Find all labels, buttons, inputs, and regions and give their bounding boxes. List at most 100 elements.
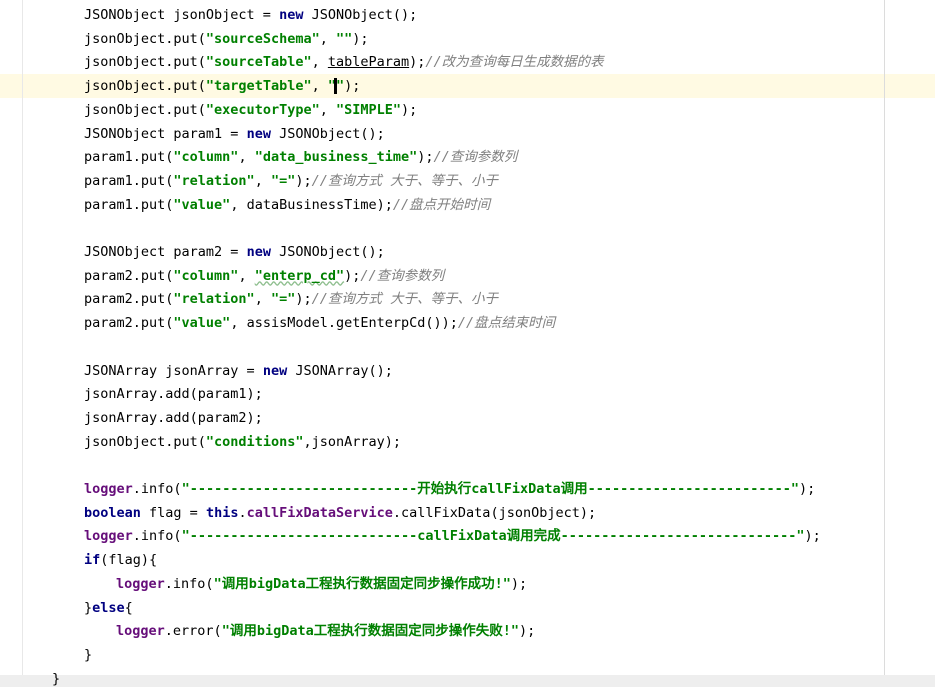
code-token: " xyxy=(336,78,345,95)
code-line[interactable]: param1.put("value", dataBusinessTime);//… xyxy=(84,193,490,217)
code-line[interactable]: jsonObject.put("targetTable", ""); xyxy=(84,74,360,98)
code-token: ); xyxy=(799,481,816,497)
code-token: , xyxy=(319,101,336,118)
code-line[interactable]: jsonObject.put("executorType", "SIMPLE")… xyxy=(84,98,417,122)
code-token: //查询方式 大于、等于、小于 xyxy=(311,291,498,308)
code-token: flag = xyxy=(140,504,206,521)
code-token: else xyxy=(92,599,125,616)
code-token: . xyxy=(238,504,247,521)
code-token: .info( xyxy=(164,575,214,592)
code-token: "----------------------------callFixData… xyxy=(181,528,805,545)
code-token: "enterp_cd" xyxy=(254,267,345,284)
code-line[interactable]: param1.put("relation", "=");//查询方式 大于、等于… xyxy=(84,169,498,193)
code-token: "value" xyxy=(173,315,231,332)
code-token: ); xyxy=(804,528,821,545)
code-token: new xyxy=(246,244,271,260)
code-line[interactable]: jsonObject.put("sourceTable", tableParam… xyxy=(84,50,604,74)
code-token: new xyxy=(246,125,271,142)
code-line[interactable]: logger.info("调用bigData工程执行数据固定同步操作成功!"); xyxy=(116,572,527,596)
code-line[interactable]: logger.info("---------------------------… xyxy=(84,524,821,548)
code-token: } xyxy=(84,646,93,663)
code-token: "value" xyxy=(173,196,231,213)
code-token: , xyxy=(311,78,328,95)
code-token: jsonObject.put( xyxy=(84,78,206,95)
right-margin-guide xyxy=(884,0,885,687)
code-line[interactable]: JSONObject jsonObject = new JSONObject()… xyxy=(84,3,417,27)
code-token: jsonObject.put( xyxy=(84,30,206,47)
code-token: param1.put( xyxy=(84,172,174,189)
code-token: JSONObject param2 = xyxy=(84,244,247,260)
code-token: jsonObject.put( xyxy=(84,433,206,450)
code-token: ); xyxy=(510,575,528,592)
code-line[interactable]: JSONObject param2 = new JSONObject(); xyxy=(84,240,385,264)
code-token: param2.put( xyxy=(84,315,174,332)
code-line[interactable]: param1.put("column", "data_business_time… xyxy=(84,145,517,169)
code-line[interactable]: param2.put("relation", "=");//查询方式 大于、等于… xyxy=(84,287,498,311)
code-line[interactable]: JSONArray jsonArray = new JSONArray(); xyxy=(84,359,393,383)
code-token: logger xyxy=(84,481,133,497)
code-token: { xyxy=(124,599,133,616)
code-token: JSONArray jsonArray = xyxy=(84,362,263,379)
code-token: new xyxy=(279,7,304,23)
code-token: //查询参数列 xyxy=(433,149,518,166)
code-line[interactable]: boolean flag = this.callFixDataService.c… xyxy=(84,501,596,525)
code-token: JSONArray(); xyxy=(287,362,393,379)
code-token: //改为查询每日生成数据的表 xyxy=(425,54,604,71)
code-token: (flag){ xyxy=(100,552,158,569)
code-line[interactable]: JSONObject param1 = new JSONObject(); xyxy=(84,122,385,146)
code-line[interactable]: jsonObject.put("sourceSchema", ""); xyxy=(84,27,369,51)
code-token: JSONObject(); xyxy=(303,7,418,23)
code-token: "data_business_time" xyxy=(254,149,418,166)
code-token: , assisModel.getEnterpCd()); xyxy=(230,315,458,332)
code-token: "调用bigData工程执行数据固定同步操作失败!" xyxy=(221,623,519,640)
code-token: ); xyxy=(518,623,536,640)
code-token: if xyxy=(84,552,101,569)
code-token: .info( xyxy=(132,528,182,545)
code-token: "" xyxy=(335,30,353,47)
code-token: "=" xyxy=(270,291,296,308)
code-token: ); xyxy=(409,54,426,71)
code-token: "SIMPLE" xyxy=(335,101,402,118)
code-line[interactable]: }else{ xyxy=(84,596,133,620)
code-line[interactable]: } xyxy=(84,643,92,667)
code-token: ); xyxy=(352,30,369,47)
code-token: .error( xyxy=(164,623,222,640)
code-token: "----------------------------开始执行callFix… xyxy=(181,481,799,497)
code-line[interactable]: jsonObject.put("conditions",jsonArray); xyxy=(84,430,401,454)
code-token: ); xyxy=(344,267,361,284)
code-line[interactable]: logger.error("调用bigData工程执行数据固定同步操作失败!")… xyxy=(116,619,535,643)
code-token: , xyxy=(254,172,271,189)
code-line[interactable]: jsonArray.add(param2); xyxy=(84,406,263,430)
code-line[interactable]: param2.put("column", "enterp_cd");//查询参数… xyxy=(84,264,444,288)
code-token: //盘点结束时间 xyxy=(457,315,556,332)
horizontal-scrollbar[interactable] xyxy=(0,675,935,687)
code-token: .callFixData(jsonObject); xyxy=(392,504,597,521)
code-token: "column" xyxy=(173,267,239,284)
code-token: , xyxy=(254,291,271,308)
code-token: ); xyxy=(295,291,312,308)
code-line[interactable]: jsonArray.add(param1); xyxy=(84,382,263,406)
code-token: JSONObject param1 = xyxy=(84,125,247,142)
code-token: , xyxy=(238,149,255,166)
code-token: "executorType" xyxy=(205,101,320,118)
code-token: "sourceTable" xyxy=(205,54,312,71)
code-token: ); xyxy=(401,101,418,118)
code-token: //查询方式 大于、等于、小于 xyxy=(311,172,498,189)
code-token: this xyxy=(205,504,239,521)
code-token: "调用bigData工程执行数据固定同步操作成功!" xyxy=(213,575,511,592)
code-token: } xyxy=(84,599,93,616)
code-token: "column" xyxy=(173,149,239,166)
code-token: logger xyxy=(84,528,133,545)
code-line[interactable]: logger.info("---------------------------… xyxy=(84,477,815,501)
code-line[interactable]: if(flag){ xyxy=(84,548,157,572)
code-token: "relation" xyxy=(173,172,255,189)
code-token: jsonArray.add(param1); xyxy=(84,386,263,403)
code-line[interactable]: param2.put("value", assisModel.getEnterp… xyxy=(84,311,555,335)
code-token: ,jsonArray); xyxy=(303,433,402,450)
code-token: jsonObject.put( xyxy=(84,101,206,118)
code-token: "sourceSchema" xyxy=(205,30,320,47)
code-token: JSONObject(); xyxy=(270,125,385,142)
code-token: new xyxy=(262,362,288,379)
code-token: param1.put( xyxy=(84,149,174,166)
code-token: boolean xyxy=(84,504,141,521)
